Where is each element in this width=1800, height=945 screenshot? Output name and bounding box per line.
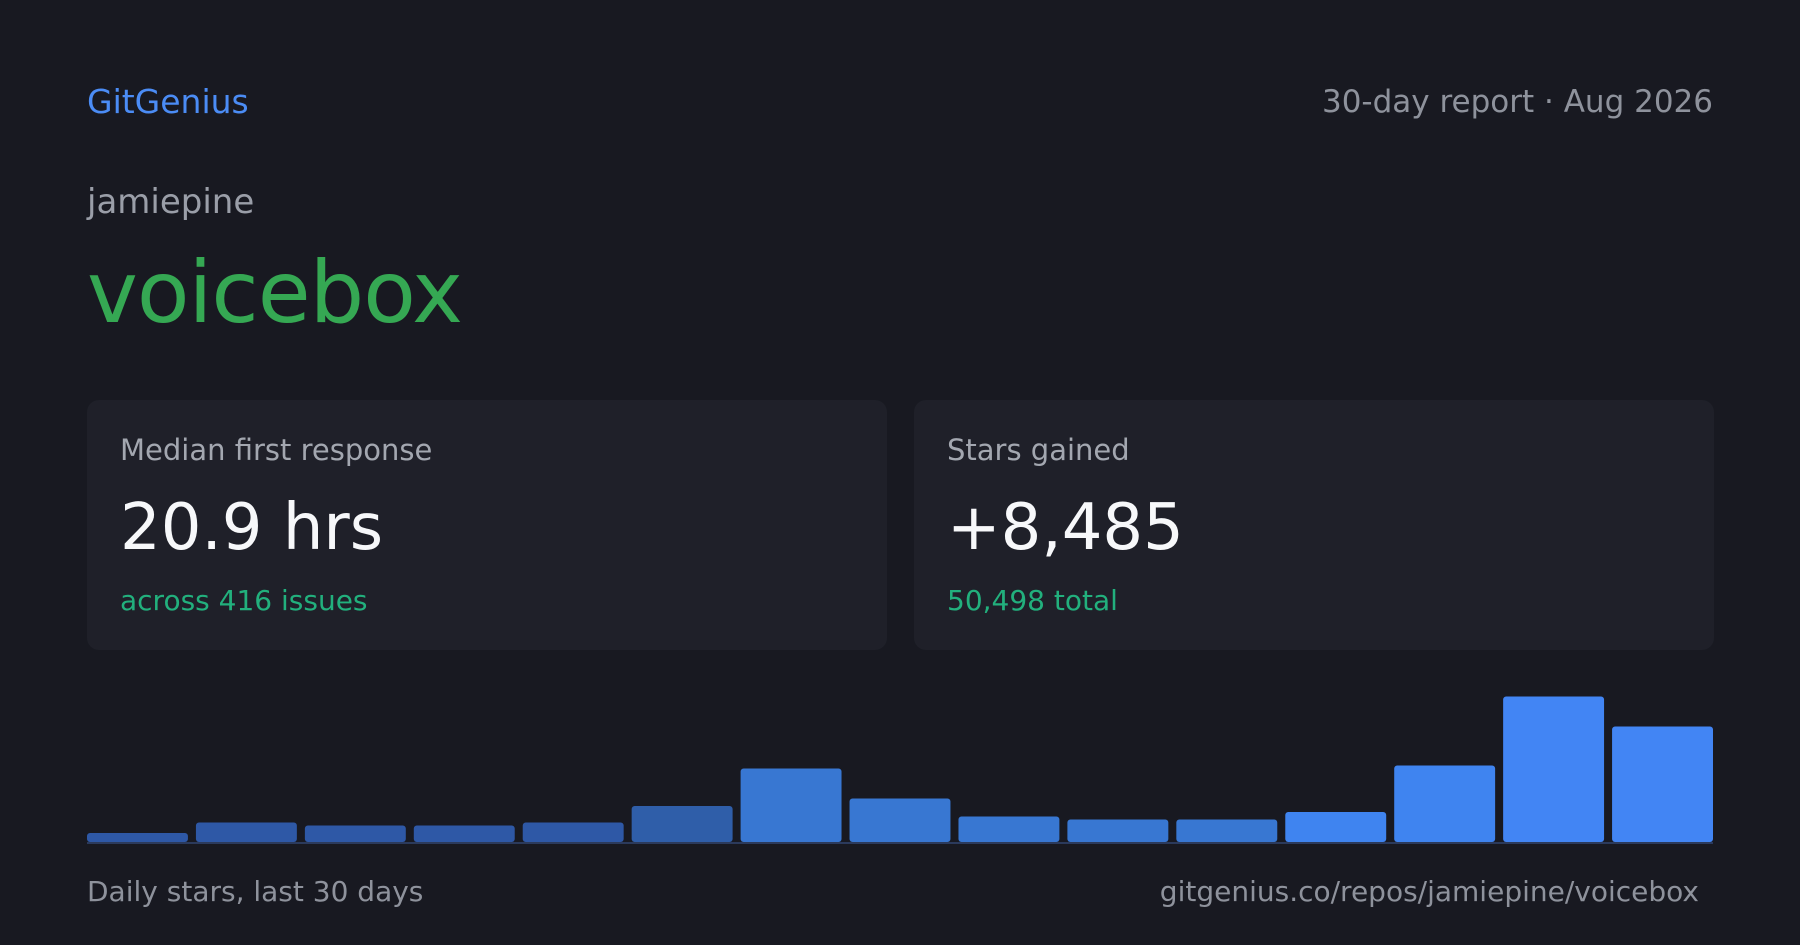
bar-11	[1176, 819, 1278, 842]
bar-14	[1503, 696, 1605, 842]
chart-baseline	[87, 842, 1713, 844]
median-response-value: 20.9 hrs	[120, 491, 384, 565]
median-response-sub: across 416 issues	[120, 584, 368, 617]
chart-caption: Daily stars, last 30 days	[87, 875, 424, 908]
bar-13	[1394, 765, 1496, 842]
median-response-card: Median first response 20.9 hrs across 41…	[87, 400, 887, 650]
bar-7	[740, 768, 842, 842]
repo-url-link[interactable]: gitgenius.co/repos/jamiepine/voicebox	[1160, 872, 1699, 912]
report-period: 30-day report · Aug 2026	[1321, 84, 1713, 120]
stars-gained-value: +8,485	[947, 491, 1184, 565]
daily-stars-chart	[87, 690, 1713, 844]
daily-stars-bars	[87, 696, 1713, 844]
bar-6	[631, 806, 733, 842]
median-response-label: Median first response	[120, 433, 433, 467]
bar-10	[1067, 819, 1169, 842]
bar-4	[413, 825, 515, 842]
bar-15	[1612, 726, 1713, 842]
bar-9	[958, 816, 1060, 842]
report-card: GitGenius 30-day report · Aug 2026 jamie…	[87, 0, 1714, 945]
stars-gained-label: Stars gained	[947, 433, 1130, 467]
repo-owner: jamiepine	[87, 182, 255, 222]
stars-gained-card: Stars gained +8,485 50,498 total	[914, 400, 1714, 650]
bar-5	[522, 822, 624, 842]
brand-link[interactable]: GitGenius	[87, 80, 249, 124]
bar-8	[849, 798, 951, 842]
bar-12	[1285, 812, 1387, 842]
stars-total: 50,498 total	[947, 584, 1118, 617]
bar-2	[195, 822, 297, 842]
repo-name: voicebox	[87, 243, 463, 343]
bar-1	[87, 833, 188, 842]
bar-3	[304, 825, 406, 842]
